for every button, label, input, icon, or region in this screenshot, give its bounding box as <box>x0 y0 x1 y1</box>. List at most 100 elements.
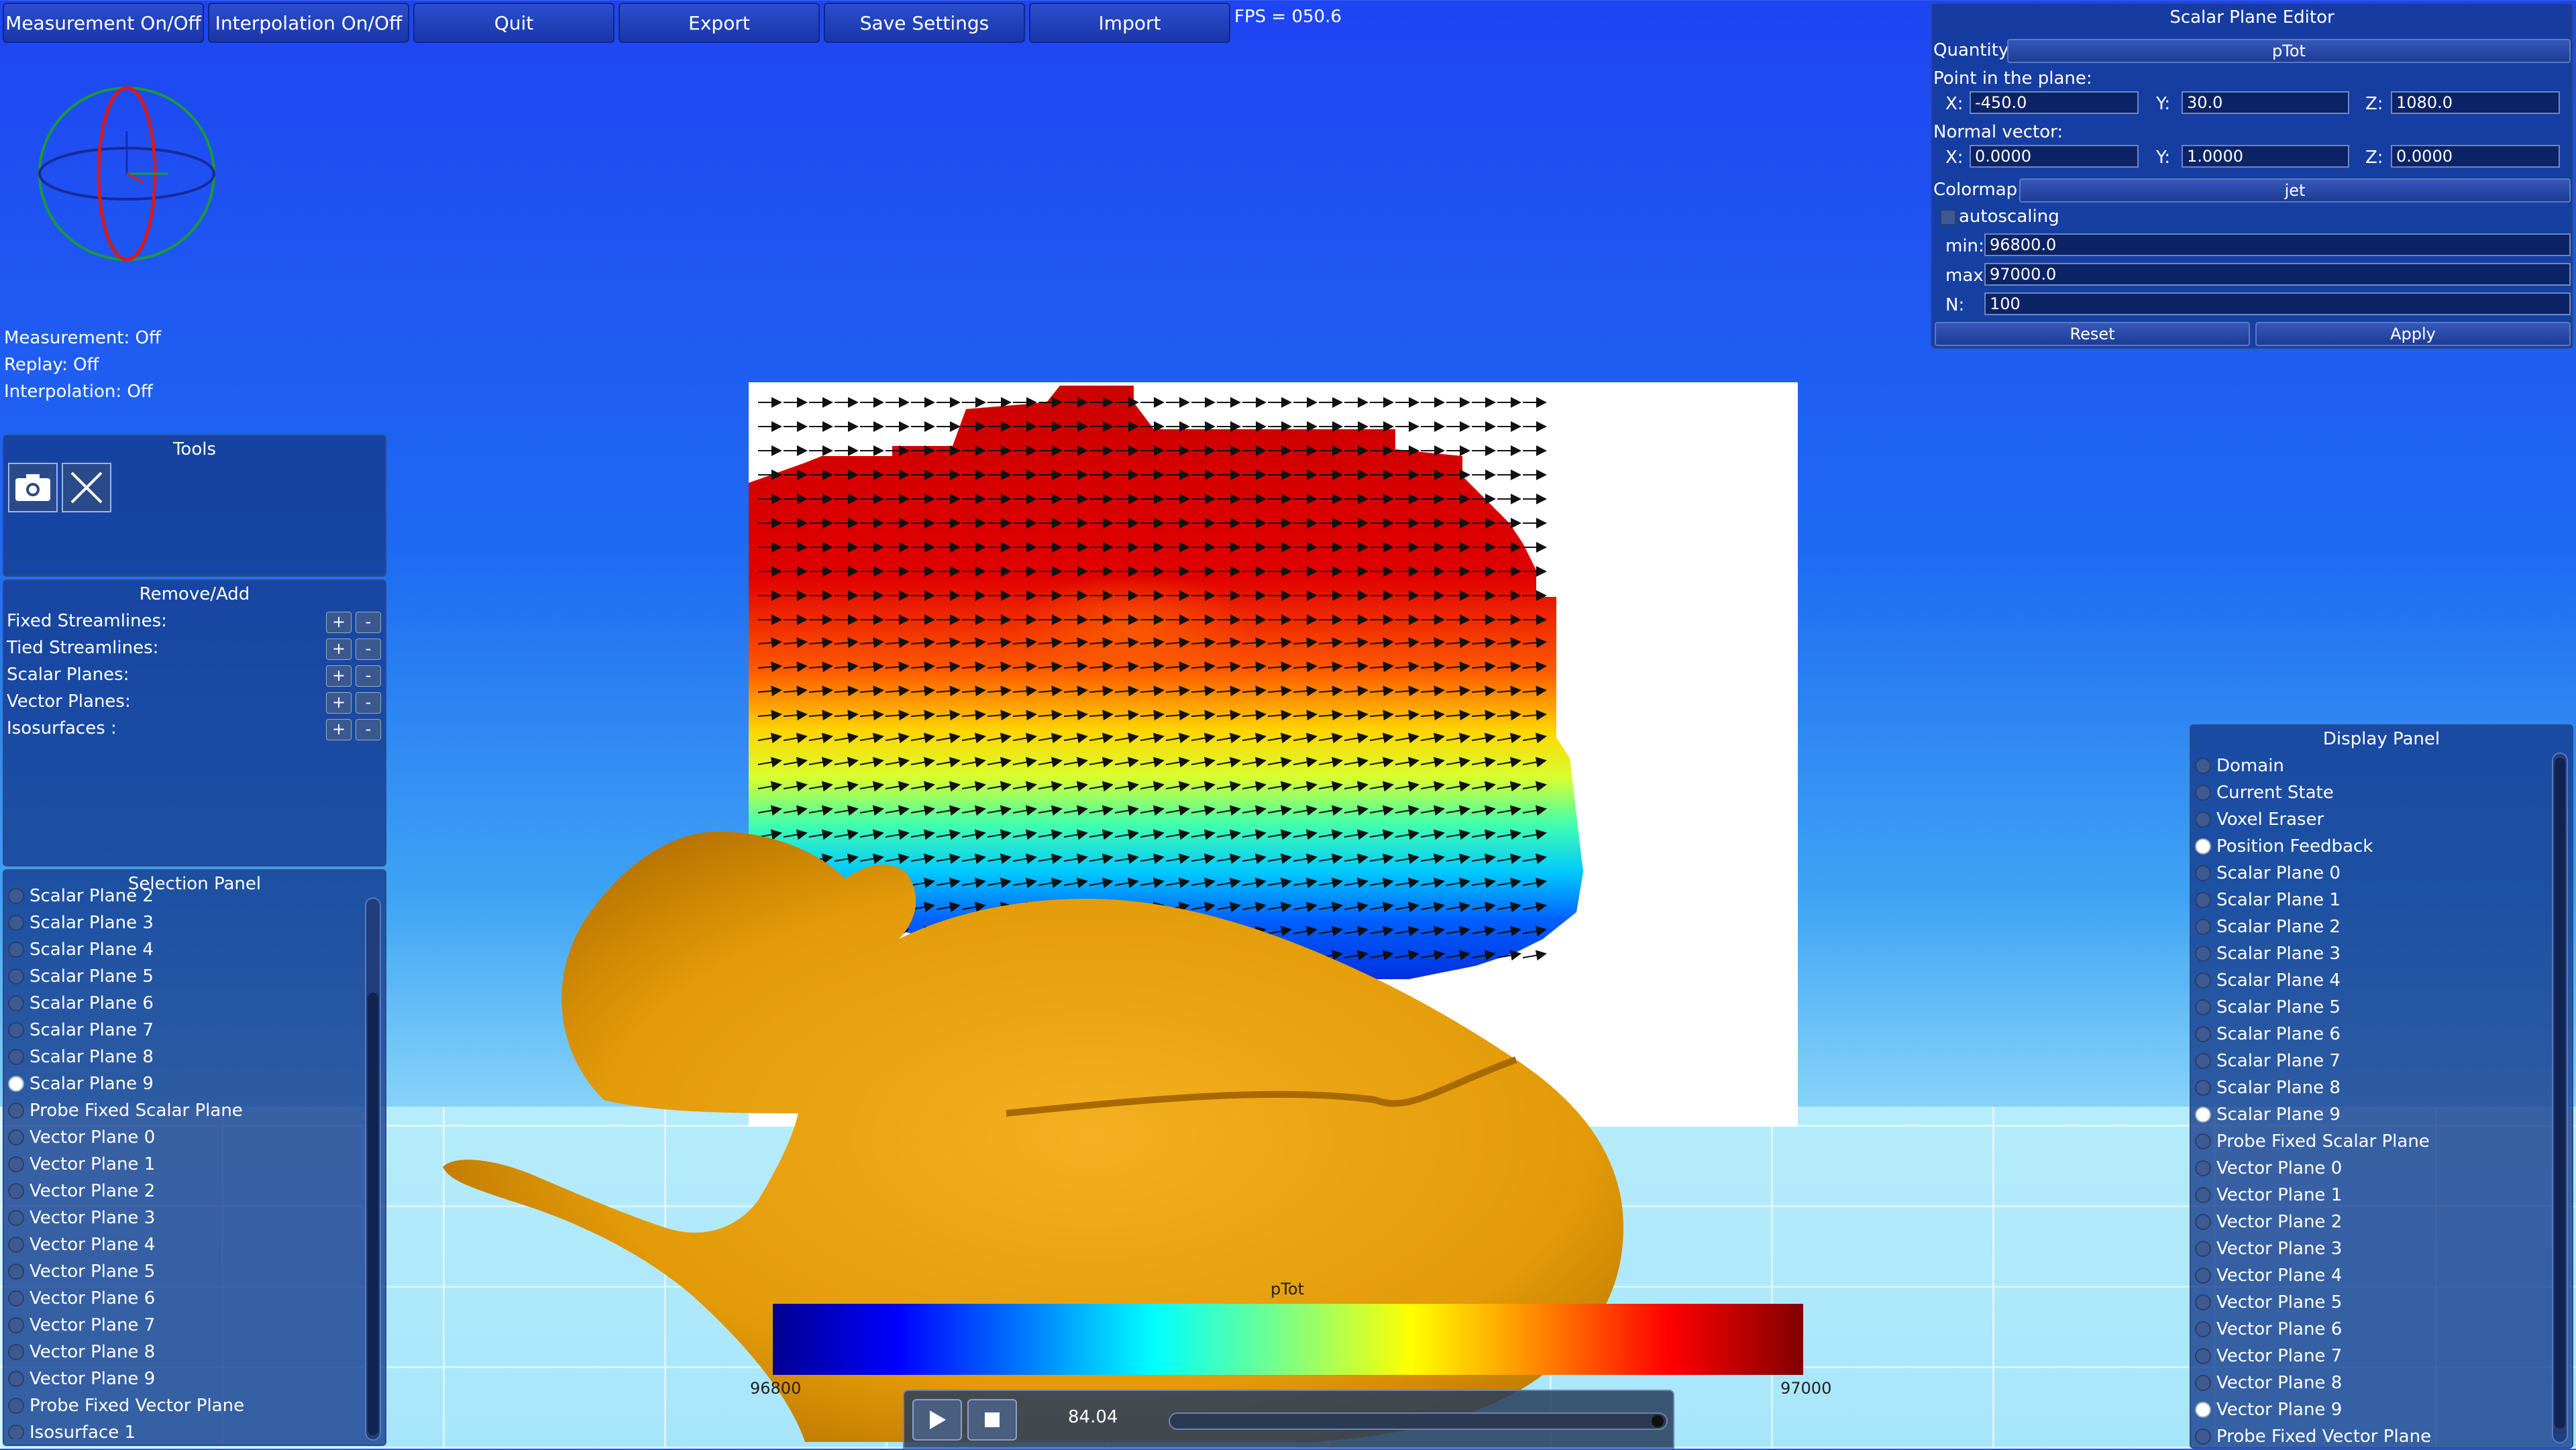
list-item[interactable]: Scalar Plane 6 <box>2191 1021 2546 1048</box>
list-item[interactable]: Scalar Plane 9 <box>4 1070 360 1097</box>
add-button[interactable]: + <box>326 692 352 714</box>
radio-button[interactable] <box>2195 999 2211 1015</box>
radio-button[interactable] <box>2195 838 2211 854</box>
list-item[interactable]: Vector Plane 4 <box>2191 1262 2546 1289</box>
radio-button[interactable] <box>2195 1053 2211 1069</box>
display-scrollbar-thumb[interactable] <box>2555 758 2565 1429</box>
list-item[interactable]: Scalar Plane 3 <box>2191 940 2546 967</box>
radio-button[interactable] <box>8 1398 24 1414</box>
export-button[interactable]: Export <box>619 3 820 43</box>
radio-button[interactable] <box>2195 1402 2211 1418</box>
radio-button[interactable] <box>2195 892 2211 908</box>
list-item[interactable]: Scalar Plane 5 <box>4 963 360 990</box>
list-item[interactable]: Vector Plane 8 <box>4 1339 360 1365</box>
save-settings-button[interactable]: Save Settings <box>824 3 1025 43</box>
list-item[interactable]: Vector Plane 8 <box>2191 1370 2546 1396</box>
list-item[interactable]: Scalar Plane 8 <box>2191 1074 2546 1101</box>
orientation-gizmo[interactable] <box>36 83 224 264</box>
point-y-field[interactable]: 30.0 <box>2182 91 2349 114</box>
radio-button[interactable] <box>8 1237 24 1253</box>
radio-button[interactable] <box>2195 1187 2211 1203</box>
normal-y-field[interactable]: 1.0000 <box>2182 145 2349 168</box>
list-item[interactable]: Scalar Plane 9 <box>2191 1101 2546 1128</box>
camera-icon[interactable] <box>8 463 58 512</box>
radio-button[interactable] <box>8 1425 24 1439</box>
remove-button[interactable]: - <box>356 665 381 687</box>
list-item[interactable]: Vector Plane 0 <box>4 1124 360 1151</box>
stop-button[interactable] <box>967 1399 1017 1441</box>
list-item[interactable]: Scalar Plane 2 <box>2191 913 2546 940</box>
radio-button[interactable] <box>2195 1294 2211 1310</box>
radio-button[interactable] <box>8 1264 24 1280</box>
list-item[interactable]: Vector Plane 6 <box>4 1285 360 1312</box>
radio-button[interactable] <box>2195 972 2211 989</box>
list-item[interactable]: Scalar Plane 3 <box>4 909 360 936</box>
point-z-field[interactable]: 1080.0 <box>2391 91 2560 114</box>
replay-slider-knob[interactable] <box>1652 1415 1664 1427</box>
list-item[interactable]: Scalar Plane 7 <box>4 1017 360 1044</box>
radio-button[interactable] <box>8 1317 24 1333</box>
list-item[interactable]: Vector Plane 0 <box>2191 1155 2546 1182</box>
min-field[interactable]: 96800.0 <box>1984 233 2571 256</box>
radio-button[interactable] <box>8 1129 24 1146</box>
measurement-toggle-button[interactable]: Measurement On/Off <box>3 3 204 43</box>
radio-button[interactable] <box>2195 1268 2211 1284</box>
list-item[interactable]: Probe Fixed Scalar Plane <box>2191 1128 2546 1155</box>
radio-button[interactable] <box>8 1076 24 1092</box>
list-item[interactable]: Isosurface 1 <box>4 1419 360 1439</box>
list-item[interactable]: Vector Plane 3 <box>4 1205 360 1231</box>
quit-button[interactable]: Quit <box>413 3 614 43</box>
list-item[interactable]: Vector Plane 9 <box>4 1365 360 1392</box>
colormap-select[interactable]: jet <box>2019 178 2571 203</box>
radio-button[interactable] <box>2195 758 2211 774</box>
radio-button[interactable] <box>2195 1026 2211 1042</box>
radio-button[interactable] <box>2195 1214 2211 1230</box>
normal-x-field[interactable]: 0.0000 <box>1970 145 2139 168</box>
apply-button[interactable]: Apply <box>2255 322 2571 346</box>
interpolation-toggle-button[interactable]: Interpolation On/Off <box>208 3 409 43</box>
radio-button[interactable] <box>2195 1107 2211 1123</box>
radio-button[interactable] <box>8 995 24 1011</box>
list-item[interactable]: Scalar Plane 7 <box>2191 1048 2546 1074</box>
list-item[interactable]: Scalar Plane 0 <box>2191 860 2546 887</box>
list-item[interactable]: Scalar Plane 4 <box>4 936 360 963</box>
list-item[interactable]: Vector Plane 1 <box>2191 1182 2546 1209</box>
list-item[interactable]: Vector Plane 3 <box>2191 1235 2546 1262</box>
list-item[interactable]: Vector Plane 7 <box>2191 1343 2546 1370</box>
radio-button[interactable] <box>2195 919 2211 935</box>
list-item[interactable]: Position Feedback <box>2191 833 2546 860</box>
radio-button[interactable] <box>8 1344 24 1360</box>
selection-scrollbar-thumb[interactable] <box>368 993 378 1435</box>
list-item[interactable]: Vector Plane 5 <box>2191 1289 2546 1316</box>
add-button[interactable]: + <box>326 612 352 633</box>
radio-button[interactable] <box>8 1290 24 1306</box>
radio-button[interactable] <box>8 1210 24 1226</box>
radio-button[interactable] <box>8 1156 24 1172</box>
autoscaling-checkbox[interactable] <box>1940 209 1956 225</box>
radio-button[interactable] <box>2195 1348 2211 1364</box>
radio-button[interactable] <box>8 1183 24 1199</box>
list-item[interactable]: Vector Plane 5 <box>4 1258 360 1285</box>
list-item[interactable]: Scalar Plane 5 <box>2191 994 2546 1021</box>
radio-button[interactable] <box>8 1103 24 1119</box>
radio-button[interactable] <box>2195 1429 2211 1445</box>
radio-button[interactable] <box>2195 785 2211 801</box>
quantity-select[interactable]: pTot <box>2007 39 2571 63</box>
play-button[interactable] <box>912 1399 962 1441</box>
list-item[interactable]: Current State <box>2191 779 2546 806</box>
selection-scrollbar[interactable] <box>365 897 381 1441</box>
list-item[interactable]: Scalar Plane 1 <box>2191 887 2546 913</box>
radio-button[interactable] <box>8 1022 24 1038</box>
cross-icon[interactable] <box>62 463 111 512</box>
n-field[interactable]: 100 <box>1984 292 2571 315</box>
radio-button[interactable] <box>2195 946 2211 962</box>
radio-button[interactable] <box>8 915 24 931</box>
remove-button[interactable]: - <box>356 719 381 740</box>
list-item[interactable]: Probe Fixed Vector Plane <box>4 1392 360 1419</box>
list-item[interactable]: Vector Plane 2 <box>2191 1209 2546 1235</box>
list-item[interactable]: Vector Plane 4 <box>4 1231 360 1258</box>
remove-button[interactable]: - <box>356 638 381 660</box>
radio-button[interactable] <box>8 942 24 958</box>
list-item[interactable]: Probe Fixed Vector Plane <box>2191 1423 2546 1450</box>
radio-button[interactable] <box>8 888 24 904</box>
